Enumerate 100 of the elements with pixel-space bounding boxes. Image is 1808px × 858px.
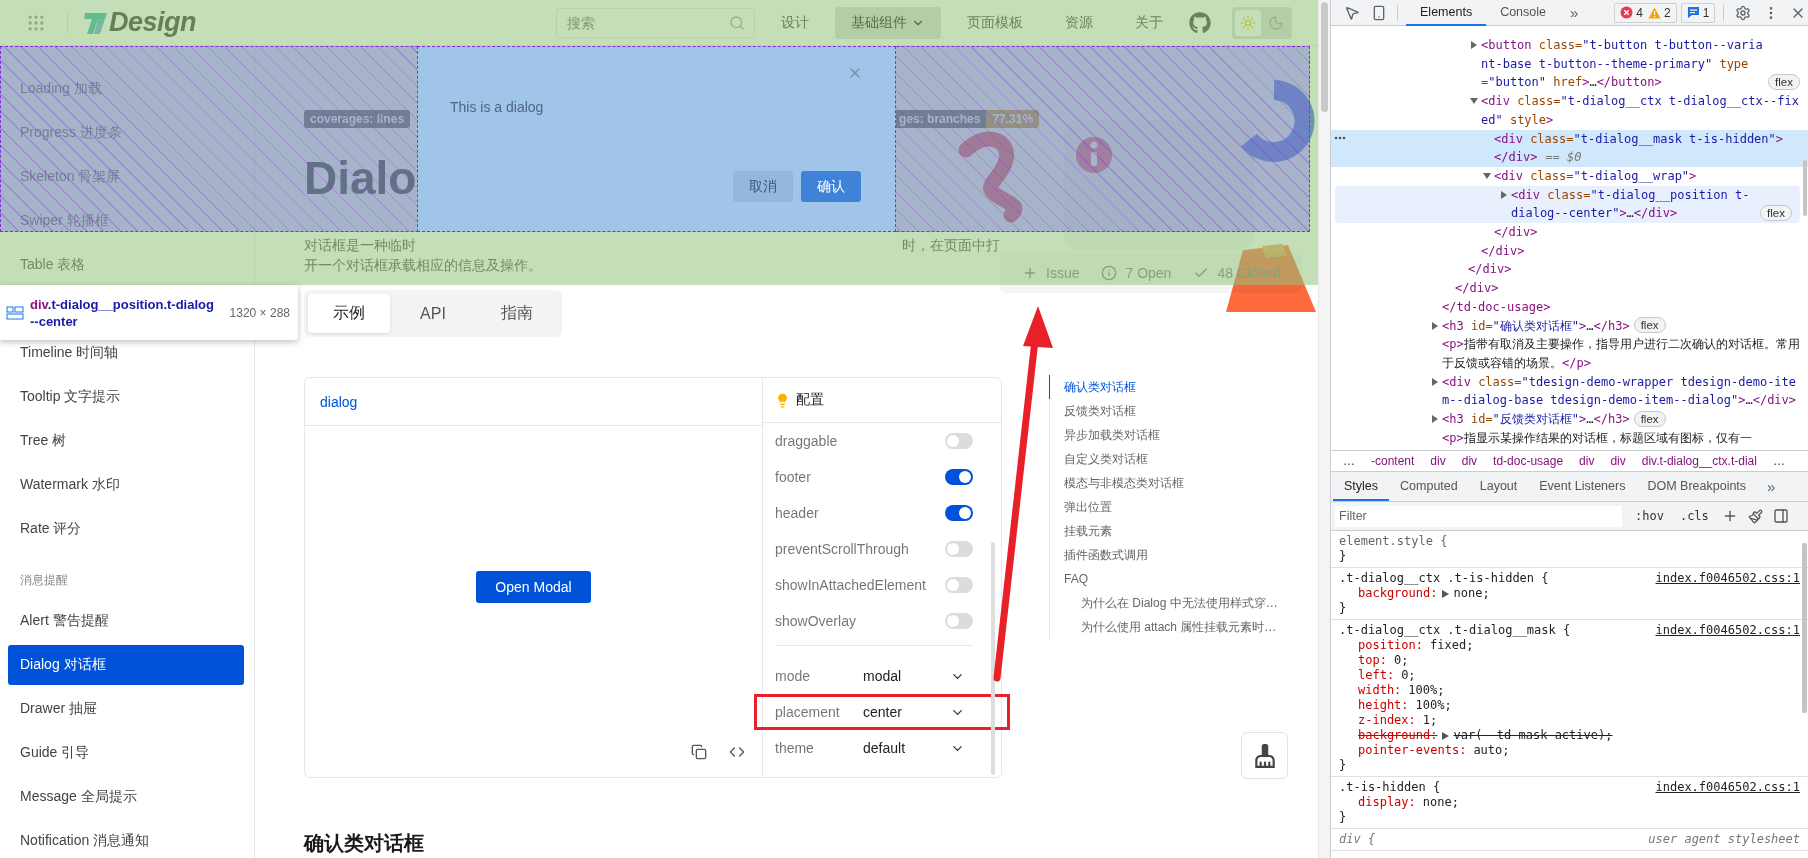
dom-node-text[interactable]: <p>指带有取消及主要操作，指导用户进行二次确认的对话框。常用于反馈或容错的场景。</p> (1442, 335, 1800, 373)
css-value[interactable]: 100%; (1408, 683, 1445, 698)
css-value[interactable]: 1; (1422, 713, 1438, 728)
css-value[interactable]: 0; (1401, 668, 1416, 683)
styles-tab[interactable]: Layout (1468, 472, 1529, 501)
toggle-switch[interactable] (945, 541, 973, 557)
toggle-switch[interactable] (945, 577, 973, 593)
select-field[interactable]: center (863, 704, 973, 720)
css-property[interactable]: top: (1358, 653, 1387, 668)
sidebar-item[interactable]: Notification 消息通知 (8, 821, 244, 858)
sidebar-item[interactable]: Rate 评分 (8, 509, 244, 549)
layout-badge[interactable]: flex (1633, 410, 1666, 427)
dom-node-text[interactable]: <div class="t-dialog__position t-dialog--center">…</div> (1511, 185, 1757, 224)
stylesheet-source-link[interactable]: index.f0046502.css:1 (1655, 780, 1800, 795)
css-property[interactable]: pointer-events: (1358, 743, 1467, 758)
dom-node-text[interactable]: <div class="t-dialog__wrap"> (1494, 166, 1697, 186)
stylesheet-source-link[interactable]: index.f0046502.css:1 (1655, 623, 1800, 638)
dom-node-text[interactable]: <h3 id="确认类对话框">…</h3> (1442, 316, 1630, 336)
broom-button[interactable] (1241, 732, 1288, 779)
css-property[interactable]: background: (1358, 728, 1438, 743)
stylesheet-source-link[interactable]: user agent stylesheet (1648, 832, 1800, 847)
styles-tab[interactable]: Computed (1389, 472, 1469, 501)
sidebar-item[interactable]: Tooltip 文字提示 (8, 377, 244, 417)
code-icon[interactable] (729, 744, 745, 760)
css-value[interactable]: var(--td-mask-active); (1453, 728, 1613, 743)
toc-link[interactable]: 确认类对话框 (1049, 375, 1278, 399)
css-property[interactable]: height: (1358, 698, 1409, 713)
open-modal-button[interactable]: Open Modal (476, 570, 591, 603)
toc-link[interactable]: 异步加载类对话框 (1049, 423, 1278, 447)
more-tabs[interactable]: » (1757, 478, 1786, 495)
css-property[interactable]: display: (1358, 795, 1416, 810)
breadcrumb[interactable]: … (1764, 454, 1793, 468)
dom-node-text[interactable]: <p>指显示某操作结果的对话框，标题区域有图标，仅有一 (1442, 428, 1752, 448)
css-property[interactable]: background: (1358, 586, 1438, 601)
toc-link[interactable]: 自定义类对话框 (1049, 447, 1278, 471)
settings-icon[interactable] (1734, 4, 1751, 21)
toc-link[interactable]: 插件函数式调用 (1049, 543, 1278, 567)
css-value[interactable]: none; (1453, 586, 1490, 601)
filter-field[interactable]: Filter (1335, 505, 1622, 527)
triangle-down-icon[interactable] (1470, 97, 1478, 106)
triangle-down-icon[interactable] (1483, 171, 1491, 180)
css-value[interactable]: 0; (1393, 653, 1409, 668)
inspect-icon[interactable] (1344, 4, 1361, 21)
doc-tab[interactable]: 指南 (476, 294, 558, 333)
dialog-button[interactable]: 确认 (801, 171, 861, 202)
toc-link[interactable]: 为什么在 Dialog 中无法使用样式穿… (1049, 591, 1278, 615)
ellipsis-icon[interactable] (1334, 135, 1346, 140)
breadcrumb[interactable]: … (1335, 454, 1363, 468)
sidebar-item[interactable]: Watermark 水印 (8, 465, 244, 505)
triangle-right-icon[interactable] (1442, 731, 1450, 740)
devtools-tab[interactable]: Elements (1406, 0, 1487, 26)
toggle-switch[interactable] (945, 505, 973, 521)
triangle-right-icon[interactable] (1431, 321, 1439, 330)
toc-link[interactable]: 弹出位置 (1049, 495, 1278, 519)
toggle-switch[interactable] (945, 469, 973, 485)
css-property[interactable]: z-index: (1358, 713, 1416, 728)
breadcrumb[interactable]: div (1602, 454, 1634, 468)
stylesheet-source-link[interactable]: index.f0046502.css:1 (1655, 571, 1800, 586)
dom-node-text[interactable]: <h3 id="反馈类对话框">…</h3> (1442, 410, 1630, 429)
sidebar-toggle-icon[interactable] (1772, 508, 1789, 524)
layout-badge[interactable]: flex (1768, 74, 1800, 91)
triangle-right-icon[interactable] (1500, 190, 1508, 199)
css-value[interactable]: auto; (1473, 743, 1510, 758)
toc-link[interactable]: 为什么使用 attach 属性挂载元素时… (1049, 615, 1278, 639)
dom-node-text[interactable]: <div class="t-dialog__mask t-is-hidden"> (1494, 129, 1784, 149)
css-value[interactable]: 100%; (1415, 698, 1452, 713)
sidebar-item[interactable]: Tree 树 (8, 421, 244, 461)
select-field[interactable]: default (863, 740, 973, 756)
triangle-right-icon[interactable] (1431, 377, 1439, 386)
sidebar-item[interactable]: Dialog 对话框 (8, 645, 244, 685)
triangle-right-icon[interactable] (1442, 589, 1450, 598)
css-value[interactable]: none; (1422, 795, 1459, 810)
breadcrumb[interactable]: div (1422, 454, 1454, 468)
doc-tab[interactable]: 示例 (308, 294, 390, 333)
css-property[interactable]: position: (1358, 638, 1424, 653)
breadcrumb[interactable]: -content (1363, 454, 1423, 468)
css-property[interactable]: width: (1358, 683, 1402, 698)
doc-tab[interactable]: API (392, 294, 474, 333)
dom-node-text[interactable]: <div class="tdesign-demo-wrapper tdesign-demo-item--dialog-base tdesign-demo-item--dialog">…</div> (1442, 372, 1800, 411)
dom-node-text[interactable]: <div class="t-dialog__ctx t-dialog__ctx--fixed" style> (1481, 92, 1800, 130)
toggle-switch[interactable] (945, 433, 973, 449)
github-icon[interactable] (1189, 11, 1211, 34)
issues-counter[interactable]: 4 2 (1614, 2, 1677, 23)
sidebar-item[interactable]: Alert 警告提醒 (8, 601, 244, 641)
more-tabs[interactable]: » (1560, 4, 1589, 21)
styles-tab[interactable]: Event Listeners (1528, 472, 1637, 501)
breadcrumb[interactable]: div (1453, 454, 1486, 468)
search-field[interactable]: 搜索 (556, 7, 755, 38)
styles-tab[interactable]: DOM Breakpoints (1636, 472, 1758, 501)
css-value[interactable]: fixed; (1430, 638, 1474, 653)
sidebar-item[interactable]: Message 全局提示 (8, 777, 244, 817)
breadcrumb[interactable]: div (1571, 454, 1603, 468)
dom-node-text[interactable]: <button class="t-button t-button--variant-base t-button--theme-primary" type="button" href>…</button> (1481, 36, 1765, 93)
filter-toggle[interactable]: .cls (1676, 509, 1712, 523)
toc-link[interactable]: 反馈类对话框 (1049, 399, 1278, 423)
breadcrumb[interactable]: div.t-dialog__ctx.t-dial (1633, 454, 1765, 468)
demo-title-link[interactable]: dialog (320, 393, 358, 410)
breadcrumb[interactable]: td-doc-usage (1485, 454, 1572, 468)
toc-link[interactable]: 模态与非模态类对话框 (1049, 471, 1278, 495)
copy-icon[interactable] (691, 744, 707, 760)
